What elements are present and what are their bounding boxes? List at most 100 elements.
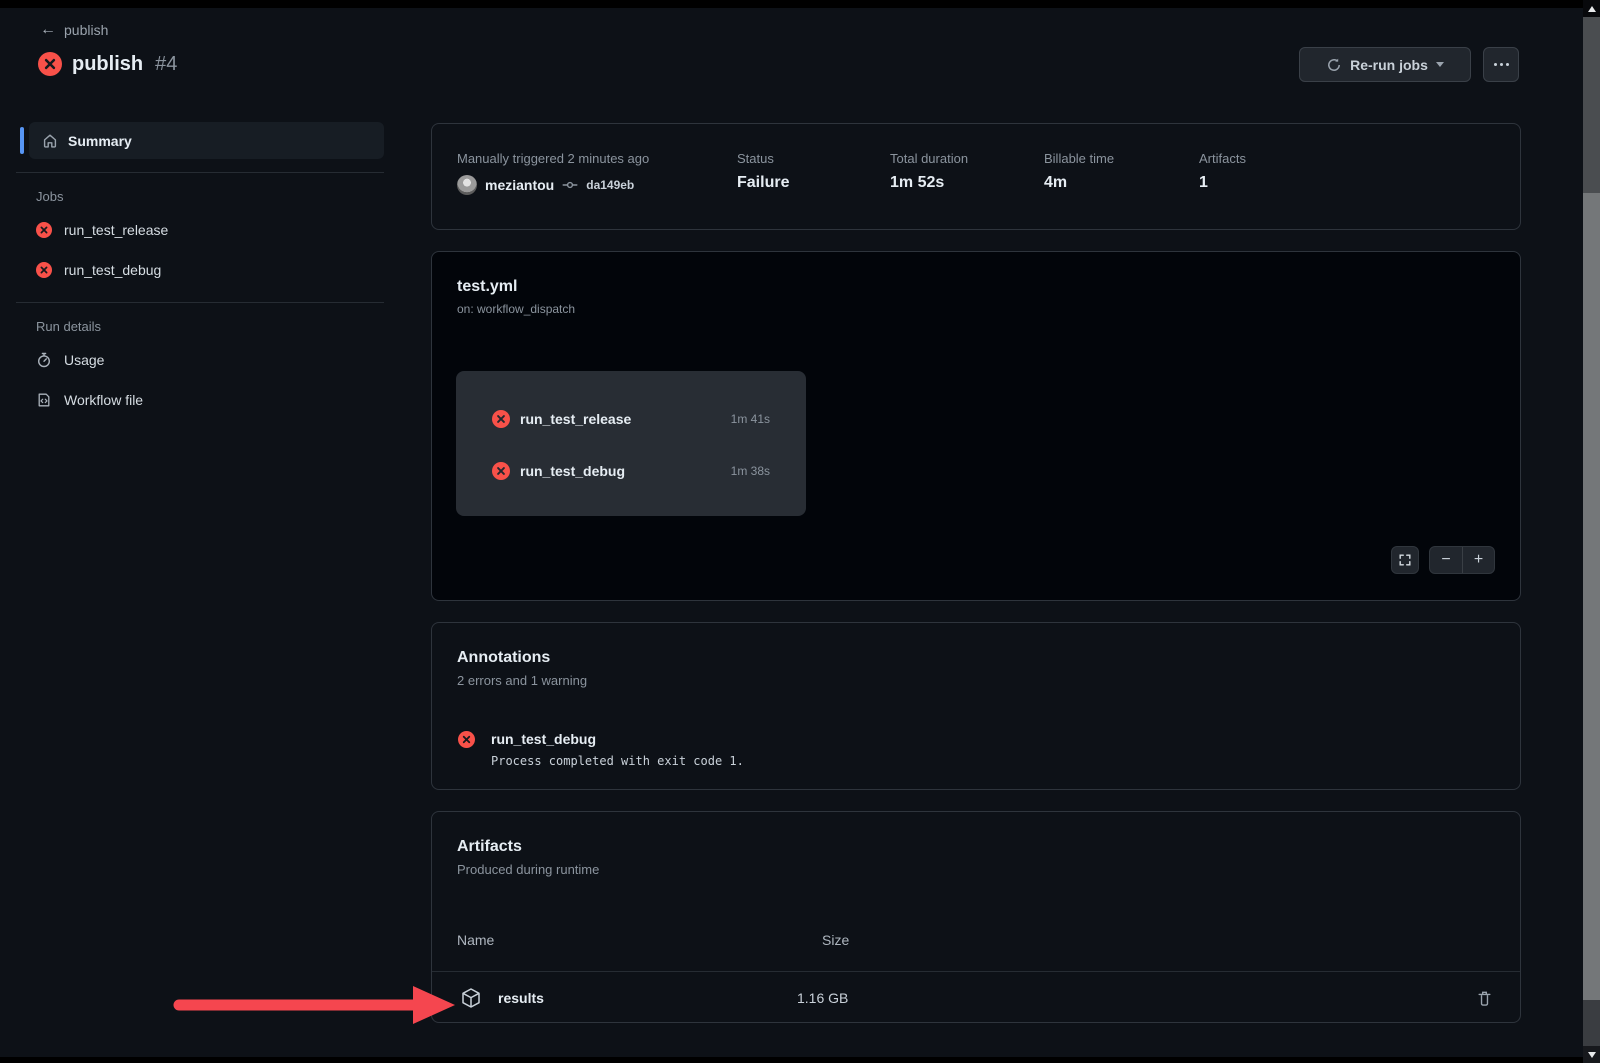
workflow-trigger: on: workflow_dispatch (457, 302, 1495, 316)
commit-link[interactable]: da149eb (586, 178, 634, 192)
code-file-icon (36, 392, 52, 408)
stat-label: Billable time (1044, 151, 1114, 166)
home-icon (42, 133, 58, 149)
stat-label: Artifacts (1199, 151, 1246, 166)
job-duration: 1m 41s (731, 412, 770, 426)
artifacts-subtitle: Produced during runtime (457, 862, 1495, 877)
arrow-down-icon (1588, 1052, 1596, 1058)
workflow-file-name: test.yml (457, 278, 1495, 296)
zoom-out-button[interactable]: − (1430, 547, 1462, 573)
artifact-size: 1.16 GB (797, 990, 848, 1006)
graph-controls: − + (1391, 546, 1495, 574)
job-name: run_test_release (64, 222, 168, 238)
stat-artifacts-count: Artifacts 1 (1199, 151, 1246, 192)
run-details-section-label: Run details (36, 319, 384, 334)
job-name: run_test_debug (520, 463, 721, 479)
stat-label: Total duration (890, 151, 968, 166)
trash-icon (1476, 990, 1493, 1007)
sidebar-item-summary[interactable]: Summary (29, 122, 384, 159)
sidebar-job-run-test-debug[interactable]: run_test_debug (36, 250, 384, 290)
sidebar-divider (16, 302, 384, 303)
failure-status-icon (36, 262, 52, 278)
rerun-jobs-label: Re-run jobs (1350, 57, 1428, 73)
fit-screen-icon (1398, 553, 1412, 567)
artifact-download-link[interactable]: results (498, 990, 544, 1006)
sidebar-usage-label: Usage (64, 352, 104, 368)
job-group-box: run_test_release 1m 41s run_test_debug 1… (456, 371, 806, 516)
zoom-in-button[interactable]: + (1462, 547, 1494, 573)
rerun-jobs-button[interactable]: Re-run jobs (1299, 47, 1471, 82)
vertical-scrollbar[interactable] (1583, 0, 1600, 1063)
jobs-section-label: Jobs (36, 189, 384, 204)
scrollbar-track[interactable] (1583, 1000, 1600, 1046)
artifact-row: results 1.16 GB (432, 972, 1520, 1024)
red-pointer-arrow (165, 983, 465, 1027)
scrollbar-thumb[interactable] (1583, 193, 1600, 1000)
active-indicator-bar (20, 127, 24, 154)
run-number: #4 (155, 53, 177, 76)
annotation-item: run_test_debug Process completed with ex… (458, 731, 744, 768)
failure-status-icon (38, 52, 62, 76)
kebab-icon (1494, 63, 1509, 66)
run-title-row: publish #4 (38, 52, 177, 76)
stat-billable-time: Billable time 4m (1044, 151, 1114, 192)
stat-value: Failure (737, 174, 789, 192)
job-name: run_test_debug (64, 262, 161, 278)
arrow-up-icon (1588, 6, 1596, 12)
error-icon (458, 731, 475, 748)
back-arrow-icon: ← (40, 21, 56, 39)
fit-view-button[interactable] (1391, 546, 1419, 574)
sidebar-item-usage[interactable]: Usage (36, 340, 384, 380)
stat-status: Status Failure (737, 151, 789, 192)
sidebar-summary-label: Summary (68, 133, 132, 149)
page-title: publish (72, 53, 143, 76)
delete-artifact-button[interactable] (1476, 990, 1493, 1007)
main-content: Manually triggered 2 minutes ago meziant… (431, 123, 1521, 1023)
scroll-down-button[interactable] (1583, 1046, 1600, 1063)
graph-job-run-test-debug[interactable]: run_test_debug 1m 38s (456, 453, 806, 489)
avatar[interactable] (457, 175, 477, 195)
sidebar-job-run-test-release[interactable]: run_test_release (36, 210, 384, 250)
sidebar-item-workflow-file[interactable]: Workflow file (36, 380, 384, 420)
actor-link[interactable]: meziantou (485, 177, 554, 193)
chevron-down-icon (1436, 62, 1444, 67)
git-commit-icon (562, 177, 578, 193)
sidebar-workflow-file-label: Workflow file (64, 392, 143, 408)
stat-value: 1 (1199, 174, 1246, 192)
sync-icon (1326, 57, 1342, 73)
package-icon (460, 987, 482, 1009)
trigger-info: Manually triggered 2 minutes ago (457, 151, 649, 166)
back-link[interactable]: ← publish (40, 21, 108, 39)
stat-total-duration: Total duration 1m 52s (890, 151, 968, 192)
zoom-controls: − + (1429, 546, 1495, 574)
job-duration: 1m 38s (731, 464, 770, 478)
stat-value: 1m 52s (890, 174, 968, 192)
graph-job-run-test-release[interactable]: run_test_release 1m 41s (456, 401, 806, 437)
failure-status-icon (492, 410, 510, 428)
sidebar-divider (16, 172, 384, 173)
back-link-label: publish (64, 22, 108, 38)
workflow-graph-card: test.yml on: workflow_dispatch run_test_… (431, 251, 1521, 601)
sidebar: Summary Jobs run_test_release run_test_d… (16, 122, 384, 420)
run-summary-card: Manually triggered 2 minutes ago meziant… (431, 123, 1521, 230)
job-name: run_test_release (520, 411, 721, 427)
column-size: Size (822, 932, 849, 948)
stopwatch-icon (36, 352, 52, 368)
artifacts-card: Artifacts Produced during runtime Name S… (431, 811, 1521, 1023)
scroll-up-button[interactable] (1583, 0, 1600, 17)
stat-label: Status (737, 151, 789, 166)
failure-status-icon (36, 222, 52, 238)
annotation-job-link[interactable]: run_test_debug (491, 731, 744, 747)
artifacts-table-header: Name Size (457, 932, 1495, 948)
more-options-button[interactable] (1483, 47, 1519, 82)
annotation-message: Process completed with exit code 1. (491, 754, 744, 768)
top-edge-strip (0, 0, 1583, 8)
header-actions: Re-run jobs (1299, 47, 1519, 82)
stat-value: 4m (1044, 174, 1114, 192)
annotations-title: Annotations (457, 649, 1495, 667)
column-name: Name (457, 932, 494, 948)
bottom-edge-strip (0, 1057, 1583, 1063)
failure-status-icon (492, 462, 510, 480)
annotations-subtitle: 2 errors and 1 warning (457, 673, 1495, 688)
annotations-card: Annotations 2 errors and 1 warning run_t… (431, 622, 1521, 790)
